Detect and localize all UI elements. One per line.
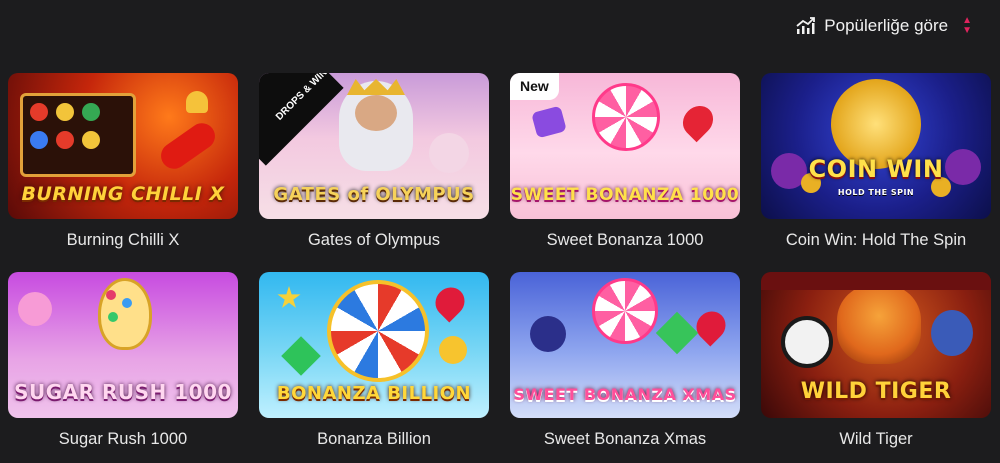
game-logo: GATES of OLYMPUS <box>273 184 475 205</box>
game-title[interactable]: Bonanza Billion <box>259 430 489 449</box>
game-sublogo: HOLD THE SPIN <box>837 188 915 197</box>
game-logo: WILD TIGER <box>800 379 952 404</box>
game-logo: BONANZA BILLION <box>276 383 472 404</box>
sort-label: Popülerliğe göre <box>824 16 949 35</box>
game-thumbnail[interactable]: WILD TIGER <box>761 272 991 418</box>
game-card[interactable]: New SWEET BONANZA 1000 Sweet Bonanza 100… <box>510 73 740 250</box>
game-thumbnail[interactable]: New SWEET BONANZA 1000 <box>510 73 740 219</box>
game-logo: BURNING CHILLI X <box>21 183 225 205</box>
game-card[interactable]: BURNING CHILLI X Burning Chilli X <box>8 73 238 250</box>
game-card[interactable]: SWEET BONANZA XMAS Sweet Bonanza Xmas <box>510 272 740 449</box>
game-thumbnail[interactable]: DROPS & WINS GATES of OLYMPUS <box>259 73 489 219</box>
game-logo: COIN WIN <box>808 155 944 183</box>
game-title[interactable]: Coin Win: Hold The Spin <box>761 231 991 250</box>
top-bar: Popülerliğe göre ▲ ▼ <box>0 0 1000 52</box>
chevron-down-icon: ▲ ▼ <box>962 15 972 36</box>
sort-dropdown[interactable]: Popülerliğe göre ▲ ▼ <box>796 14 972 38</box>
game-title[interactable]: Burning Chilli X <box>8 231 238 250</box>
game-title[interactable]: Sugar Rush 1000 <box>8 430 238 449</box>
game-logo: SWEET BONANZA 1000 <box>510 185 740 205</box>
trending-chart-icon <box>796 17 816 35</box>
games-grid: BURNING CHILLI X Burning Chilli X DROPS … <box>8 73 991 449</box>
game-logo: SUGAR RUSH 1000 <box>14 380 232 404</box>
game-card[interactable]: DROPS & WINS GATES of OLYMPUS Gates of O… <box>259 73 489 250</box>
game-logo: SWEET BONANZA XMAS <box>513 385 737 404</box>
new-badge: New <box>510 73 559 100</box>
game-thumbnail[interactable]: SWEET BONANZA XMAS <box>510 272 740 418</box>
game-thumbnail[interactable]: BURNING CHILLI X <box>8 73 238 219</box>
game-thumbnail[interactable]: BONANZA BILLION <box>259 272 489 418</box>
game-card[interactable]: SUGAR RUSH 1000 Sugar Rush 1000 <box>8 272 238 449</box>
game-card[interactable]: WILD TIGER Wild Tiger <box>761 272 991 449</box>
game-title[interactable]: Gates of Olympus <box>259 231 489 250</box>
game-card[interactable]: BONANZA BILLION Bonanza Billion <box>259 272 489 449</box>
game-title[interactable]: Wild Tiger <box>761 430 991 449</box>
game-title[interactable]: Sweet Bonanza Xmas <box>510 430 740 449</box>
game-card[interactable]: COIN WIN HOLD THE SPIN Coin Win: Hold Th… <box>761 73 991 250</box>
game-thumbnail[interactable]: COIN WIN HOLD THE SPIN <box>761 73 991 219</box>
game-thumbnail[interactable]: SUGAR RUSH 1000 <box>8 272 238 418</box>
game-title[interactable]: Sweet Bonanza 1000 <box>510 231 740 250</box>
